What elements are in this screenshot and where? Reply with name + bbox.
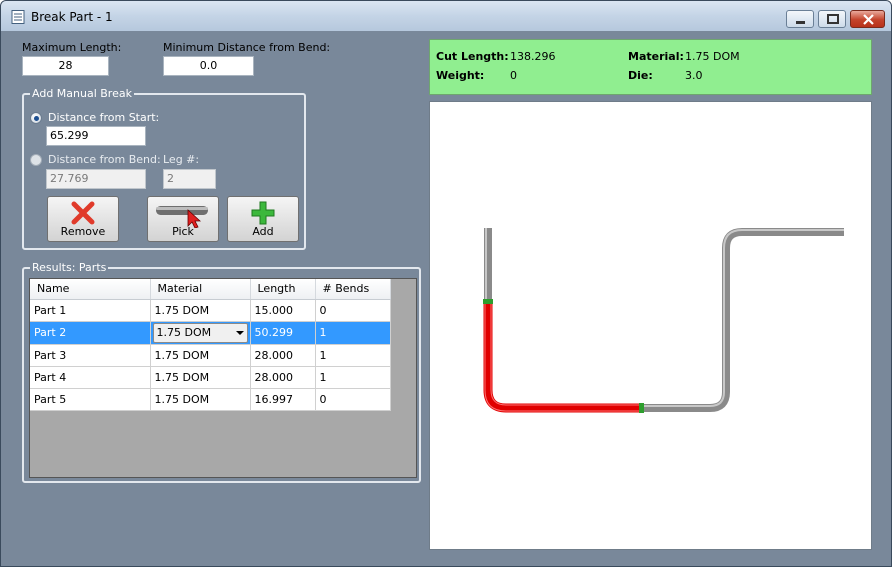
distance-from-bend-field[interactable]: 27.769 xyxy=(46,169,146,189)
distance-from-start-label: Distance from Start: xyxy=(48,111,160,124)
add-button-label: Add xyxy=(252,225,274,238)
minimize-icon xyxy=(796,21,805,24)
break-part-window: Break Part - 1 Maximum Length: 28 Minimu… xyxy=(0,0,892,567)
close-icon xyxy=(863,14,874,25)
cell-material[interactable]: 1.75 DOM xyxy=(150,388,251,411)
tube-segment-selected-stripes-2 xyxy=(490,302,642,406)
table-row-selected[interactable]: Part 2 1.75 DOM 50.299 1 xyxy=(30,321,391,345)
distance-from-start-radio[interactable] xyxy=(30,112,42,124)
cell-bends[interactable]: 0 xyxy=(315,299,391,322)
leg-number-label: Leg #: xyxy=(163,153,200,166)
restore-icon xyxy=(827,14,839,24)
cell-length[interactable]: 28.000 xyxy=(250,366,316,389)
tube-segment-end-highlight xyxy=(642,229,844,407)
column-header-bends[interactable]: # Bends xyxy=(315,279,391,300)
parts-grid[interactable]: Name Material Length # Bends Part 1 1.75… xyxy=(29,278,417,478)
weight-label: Weight: xyxy=(436,69,485,82)
title-bar[interactable]: Break Part - 1 xyxy=(1,1,891,31)
max-length-label: Maximum Length: xyxy=(22,41,122,54)
column-header-length[interactable]: Length xyxy=(250,279,316,300)
max-length-field[interactable]: 28 xyxy=(22,56,109,76)
tube-drawing xyxy=(483,228,844,413)
remove-button-label: Remove xyxy=(60,225,106,238)
cut-length-label: Cut Length: xyxy=(436,50,509,63)
table-row[interactable]: Part 3 1.75 DOM 28.000 1 xyxy=(30,344,391,367)
leg-number-field[interactable]: 2 xyxy=(163,169,216,189)
parts-header-row: Name Material Length # Bends xyxy=(30,279,391,300)
cell-material[interactable]: 1.75 DOM xyxy=(150,299,251,322)
min-distance-field[interactable]: 0.0 xyxy=(163,56,254,76)
table-row[interactable]: Part 1 1.75 DOM 15.000 0 xyxy=(30,299,391,322)
table-row[interactable]: Part 4 1.75 DOM 28.000 1 xyxy=(30,366,391,389)
cell-name[interactable]: Part 1 xyxy=(30,299,151,322)
cell-material[interactable]: 1.75 DOM xyxy=(150,366,251,389)
material-dropdown[interactable]: 1.75 DOM xyxy=(152,322,248,343)
die-label: Die: xyxy=(628,69,653,82)
tube-segment-end xyxy=(642,228,844,412)
column-header-name[interactable]: Name xyxy=(30,279,151,300)
maximize-button[interactable] xyxy=(818,10,846,28)
close-button[interactable] xyxy=(850,10,885,28)
cell-bends[interactable]: 0 xyxy=(315,388,391,411)
remove-button[interactable]: Remove xyxy=(47,196,119,242)
tube-segment-selected xyxy=(483,302,642,413)
results-group-title: Results: Parts xyxy=(30,261,109,274)
cell-length[interactable]: 28.000 xyxy=(250,344,316,367)
material-value: 1.75 DOM xyxy=(685,50,740,63)
dropdown-arrow-icon[interactable] xyxy=(235,330,244,335)
cell-name[interactable]: Part 2 xyxy=(30,321,151,345)
cell-bends[interactable]: 1 xyxy=(315,344,391,367)
break-marker-2 xyxy=(639,403,644,413)
material-label: Material: xyxy=(628,50,684,63)
distance-from-bend-radio[interactable] xyxy=(30,154,42,166)
tube-segment-selected-stripes xyxy=(484,302,642,412)
min-distance-label: Minimum Distance from Bend: xyxy=(163,41,331,54)
client-area: Maximum Length: 28 Minimum Distance from… xyxy=(9,31,883,559)
part-info-panel: Cut Length: 138.296 Weight: 0 Material: … xyxy=(429,39,872,95)
tube-pick-icon xyxy=(156,206,208,228)
weight-value: 0 xyxy=(510,69,517,82)
cell-bends[interactable]: 1 xyxy=(315,366,391,389)
die-value: 3.0 xyxy=(685,69,703,82)
cell-length[interactable]: 50.299 xyxy=(250,321,316,345)
pick-button[interactable]: Pick xyxy=(147,196,219,242)
minimize-button[interactable] xyxy=(786,10,814,28)
cut-length-value: 138.296 xyxy=(510,50,556,63)
distance-from-bend-label: Distance from Bend: xyxy=(48,153,161,166)
red-x-icon xyxy=(71,201,95,225)
cell-name[interactable]: Part 3 xyxy=(30,344,151,367)
distance-from-start-field[interactable]: 65.299 xyxy=(46,126,146,146)
cell-bends[interactable]: 1 xyxy=(315,321,391,345)
cell-length[interactable]: 15.000 xyxy=(250,299,316,322)
pick-button-label: Pick xyxy=(172,225,194,238)
parts-table: Name Material Length # Bends Part 1 1.75… xyxy=(30,279,391,411)
table-row[interactable]: Part 5 1.75 DOM 16.997 0 xyxy=(30,388,391,411)
material-dropdown-value: 1.75 DOM xyxy=(156,325,212,339)
tube-preview-canvas[interactable] xyxy=(429,101,872,550)
cell-length[interactable]: 16.997 xyxy=(250,388,316,411)
add-button[interactable]: Add xyxy=(227,196,299,242)
window-title: Break Part - 1 xyxy=(31,10,113,24)
column-header-material[interactable]: Material xyxy=(150,279,251,300)
form-icon xyxy=(11,10,25,24)
cell-material[interactable]: 1.75 DOM xyxy=(150,344,251,367)
green-plus-icon xyxy=(251,201,275,225)
manual-break-group-title: Add Manual Break xyxy=(30,87,134,100)
cell-name[interactable]: Part 5 xyxy=(30,388,151,411)
break-marker-1 xyxy=(483,299,493,304)
cell-material-editor[interactable]: 1.75 DOM xyxy=(150,321,251,345)
cell-name[interactable]: Part 4 xyxy=(30,366,151,389)
